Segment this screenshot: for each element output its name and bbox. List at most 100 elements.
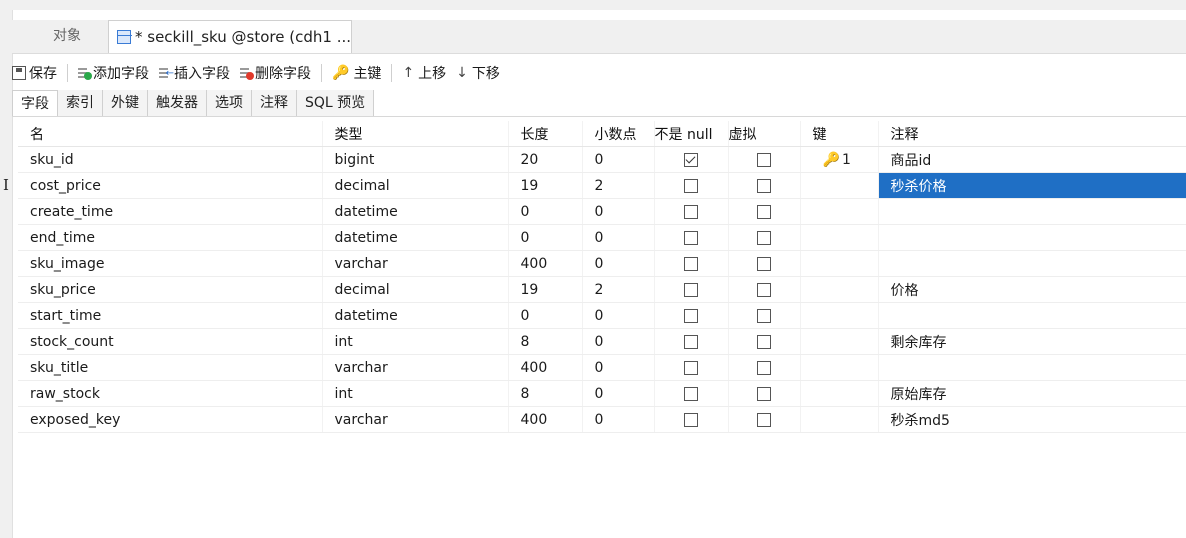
field-decimals-cell[interactable]: 0 (582, 224, 655, 251)
field-length-cell[interactable]: 8 (508, 328, 583, 355)
field-length-cell[interactable]: 20 (508, 146, 583, 173)
table-row[interactable]: start_time datetime 0 0 (18, 302, 1186, 329)
field-type-cell[interactable]: decimal (322, 276, 509, 303)
not-null-checkbox[interactable] (684, 230, 698, 245)
field-name-cell[interactable]: sku_image (18, 250, 323, 277)
column-header-length[interactable]: 长度 (508, 121, 583, 147)
virtual-checkbox[interactable] (757, 256, 771, 271)
table-row[interactable]: sku_id bigint 20 0 🔑 1 商品id (18, 146, 1186, 173)
key-cell[interactable] (800, 328, 879, 355)
tab-sql-preview[interactable]: SQL 预览 (297, 90, 375, 116)
virtual-checkbox[interactable] (757, 204, 771, 219)
tab-objects[interactable]: 对象 (26, 20, 108, 53)
not-null-cell[interactable] (654, 172, 729, 199)
virtual-cell[interactable] (728, 276, 801, 303)
not-null-cell[interactable] (654, 406, 729, 433)
field-length-cell[interactable]: 0 (508, 198, 583, 225)
field-type-cell[interactable]: bigint (322, 146, 509, 173)
field-name-cell[interactable]: sku_title (18, 354, 323, 381)
column-header-not-null[interactable]: 不是 null (654, 121, 729, 147)
virtual-checkbox[interactable] (757, 308, 771, 323)
field-name-cell[interactable]: raw_stock (18, 380, 323, 407)
not-null-cell[interactable] (654, 354, 729, 381)
not-null-cell[interactable] (654, 302, 729, 329)
tab-foreign-keys[interactable]: 外键 (103, 90, 148, 116)
key-cell[interactable] (800, 354, 879, 381)
virtual-checkbox[interactable] (757, 282, 771, 297)
virtual-cell[interactable] (728, 224, 801, 251)
field-comment-cell[interactable] (878, 250, 1186, 277)
not-null-cell[interactable] (654, 198, 729, 225)
virtual-cell[interactable] (728, 250, 801, 277)
not-null-checkbox[interactable] (684, 412, 698, 427)
virtual-cell[interactable] (728, 146, 801, 173)
not-null-checkbox[interactable] (684, 204, 698, 219)
save-button[interactable]: 保存 (12, 63, 57, 83)
field-name-cell[interactable]: end_time (18, 224, 323, 251)
field-decimals-cell[interactable]: 0 (582, 302, 655, 329)
field-type-cell[interactable]: decimal (322, 172, 509, 199)
virtual-checkbox[interactable] (757, 152, 771, 167)
field-length-cell[interactable]: 19 (508, 172, 583, 199)
column-header-type[interactable]: 类型 (322, 121, 509, 147)
field-type-cell[interactable]: datetime (322, 198, 509, 225)
table-row[interactable]: sku_price decimal 19 2 价格 (18, 276, 1186, 303)
not-null-cell[interactable] (654, 328, 729, 355)
virtual-cell[interactable] (728, 328, 801, 355)
column-header-key[interactable]: 键 (800, 121, 879, 147)
column-header-decimals[interactable]: 小数点 (582, 121, 655, 147)
virtual-checkbox[interactable] (757, 178, 771, 193)
column-header-comment[interactable]: 注释 (878, 121, 1186, 147)
field-length-cell[interactable]: 400 (508, 250, 583, 277)
field-type-cell[interactable]: datetime (322, 302, 509, 329)
field-comment-cell[interactable]: 商品id (878, 146, 1186, 173)
not-null-checkbox[interactable] (684, 282, 698, 297)
key-cell[interactable] (800, 250, 879, 277)
virtual-cell[interactable] (728, 302, 801, 329)
field-decimals-cell[interactable]: 0 (582, 198, 655, 225)
table-row[interactable]: sku_title varchar 400 0 (18, 354, 1186, 381)
field-type-cell[interactable]: datetime (322, 224, 509, 251)
not-null-checkbox[interactable] (684, 360, 698, 375)
field-comment-cell[interactable]: 价格 (878, 276, 1186, 303)
not-null-checkbox[interactable] (684, 308, 698, 323)
delete-field-button[interactable]: 删除字段 (240, 63, 311, 83)
tab-options[interactable]: 选项 (207, 90, 252, 116)
table-row[interactable]: raw_stock int 8 0 原始库存 (18, 380, 1186, 407)
field-name-cell[interactable]: cost_price (18, 172, 323, 199)
tab-triggers[interactable]: 触发器 (148, 90, 207, 116)
virtual-cell[interactable] (728, 380, 801, 407)
field-comment-cell[interactable] (878, 302, 1186, 329)
not-null-cell[interactable] (654, 250, 729, 277)
table-row[interactable]: cost_price decimal 19 2 秒杀价格 (18, 172, 1186, 199)
tab-fields[interactable]: 字段 (12, 90, 58, 116)
field-name-cell[interactable]: create_time (18, 198, 323, 225)
key-cell[interactable] (800, 172, 879, 199)
field-length-cell[interactable]: 400 (508, 354, 583, 381)
primary-key-button[interactable]: 🔑 主键 (332, 63, 381, 83)
key-cell[interactable] (800, 224, 879, 251)
field-type-cell[interactable]: int (322, 328, 509, 355)
tab-indexes[interactable]: 索引 (58, 90, 103, 116)
virtual-cell[interactable] (728, 172, 801, 199)
field-decimals-cell[interactable]: 0 (582, 328, 655, 355)
column-header-name[interactable]: 名 (18, 121, 323, 147)
tab-comment[interactable]: 注释 (252, 90, 297, 116)
table-row[interactable]: create_time datetime 0 0 (18, 198, 1186, 225)
not-null-checkbox[interactable] (684, 256, 698, 271)
virtual-cell[interactable] (728, 198, 801, 225)
key-cell[interactable] (800, 276, 879, 303)
field-name-cell[interactable]: stock_count (18, 328, 323, 355)
table-row[interactable]: sku_image varchar 400 0 (18, 250, 1186, 277)
field-name-cell[interactable]: sku_id (18, 146, 323, 173)
virtual-checkbox[interactable] (757, 334, 771, 349)
column-header-virtual[interactable]: 虚拟 (728, 121, 801, 147)
virtual-checkbox[interactable] (757, 360, 771, 375)
field-comment-cell[interactable]: 剩余库存 (878, 328, 1186, 355)
not-null-cell[interactable] (654, 276, 729, 303)
field-comment-cell[interactable] (878, 354, 1186, 381)
key-cell[interactable] (800, 380, 879, 407)
field-name-cell[interactable]: start_time (18, 302, 323, 329)
field-type-cell[interactable]: varchar (322, 354, 509, 381)
table-row[interactable]: exposed_key varchar 400 0 秒杀md5 (18, 406, 1186, 433)
